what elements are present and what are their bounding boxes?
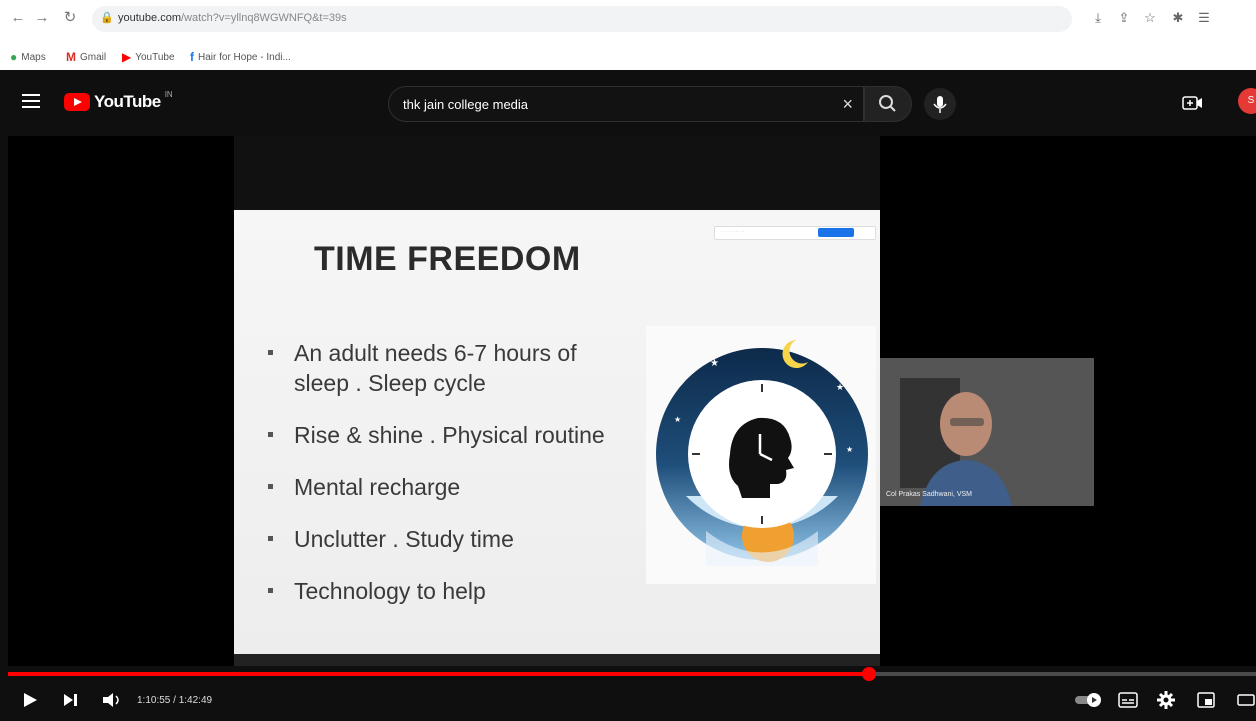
bookmark-maps[interactable]: ● Maps [10,50,46,64]
address-bar[interactable]: 🔒 youtube.com/watch?v=yllnq8WGWNFQ&t=39s [92,6,1072,32]
next-icon[interactable] [60,690,80,710]
progress-played [8,672,869,676]
bookmarks-bar: ● Maps M Gmail ▶ YouTube f Hair for Hope - I… [0,44,1256,71]
settings-gear-icon[interactable] [1156,690,1176,710]
slide-title: TIME FREEDOM [314,240,581,278]
presentation-slide: · · · · · · · · · · TIME FREEDOM An adul… [234,210,880,654]
clear-search-icon[interactable]: × [842,94,853,114]
svg-text:★: ★ [674,415,681,424]
slide-top-band [234,136,880,210]
subtitles-icon[interactable] [1118,692,1138,708]
country-code: IN [164,89,173,99]
browser-toolbar: ← → ↻ 🔒 youtube.com/watch?v=yllnq8WGWNFQ… [0,0,1256,44]
play-icon[interactable] [20,690,40,710]
bookmark-label: Maps [21,51,46,63]
extensions-puzzle-icon[interactable]: ✱ [1170,10,1186,26]
maps-pin-icon: ● [10,50,18,64]
sleep-clock-illustration: ★ ★ ★ ★ [646,326,876,584]
search-button[interactable] [864,86,912,122]
slide-bullet: Rise & shine . Physical routine [264,420,634,450]
create-video-button[interactable] [1182,94,1204,112]
youtube-icon: ▶ [122,50,132,64]
url-path: /watch?v=yllnq8WGWNFQ&t=39s [180,12,347,24]
share-bar-button [818,228,854,237]
svg-text:★: ★ [846,445,853,454]
install-app-icon[interactable]: ⤓ [1090,10,1106,26]
volume-icon[interactable] [100,690,122,710]
youtube-play-logo-icon [64,93,90,111]
lock-icon: 🔒 [100,12,114,24]
head-clock-icon: ★ ★ ★ ★ [656,340,868,566]
slide-bullet: Unclutter . Study time [264,524,634,554]
menu-icon[interactable] [22,94,40,108]
gmail-icon: M [66,50,76,64]
youtube-logo[interactable]: YouTube IN [64,89,173,112]
youtube-wordmark: YouTube [94,92,161,111]
bookmark-label: YouTube [135,51,175,63]
bookmark-hair-for-hope[interactable]: f Hair for Hope - Indi... [190,50,291,64]
search-input[interactable]: thk jain college media × [388,86,864,122]
progress-scrubber-handle[interactable] [861,667,876,681]
search-icon [879,95,896,112]
url-host: youtube.com [118,12,181,24]
account-avatar[interactable]: S [1238,88,1256,114]
share-bar-text: · · · · · · · · · · [721,229,745,234]
svg-text:★: ★ [710,358,719,369]
reading-list-icon[interactable]: ☰ [1196,10,1212,26]
embedded-share-bar: · · · · · · · · · · [714,226,876,240]
facebook-icon: f [190,50,194,64]
time-display: 1:10:55 / 1:42:49 [137,695,213,706]
microphone-icon [933,96,947,113]
miniplayer-icon[interactable] [1196,690,1216,710]
search-query-text: thk jain college media [403,97,529,112]
bookmark-label: Gmail [80,51,107,63]
share-icon[interactable]: ⇪ [1116,10,1132,26]
theater-mode-icon[interactable] [1236,690,1256,710]
bookmark-gmail[interactable]: M Gmail [66,50,106,64]
slide-bullet: Technology to help [264,576,634,606]
video-camera-plus-icon [1182,96,1202,110]
bookmark-label: Hair for Hope - Indi... [198,51,291,63]
slide-bullet: An adult needs 6-7 hours of sleep . Slee… [264,338,634,398]
speaker-name-label: Col Prakas Sadhwani, VSM [886,491,972,498]
youtube-header: YouTube IN thk jain college media × S [0,70,1256,136]
slide-bullet: Mental recharge [264,472,634,502]
autoplay-toggle-icon[interactable] [1074,692,1104,708]
reload-icon[interactable]: ↻ [60,8,80,28]
avatar-initial: S [1247,95,1255,106]
svg-text:★: ★ [836,383,844,393]
speaker-person-icon [880,358,1094,506]
bookmark-youtube[interactable]: ▶ YouTube [122,50,175,64]
speaker-webcam: Col Prakas Sadhwani, VSM [880,358,1094,506]
back-arrow-icon[interactable]: ← [8,8,28,28]
slide-bullets: An adult needs 6-7 hours of sleep . Slee… [264,338,634,628]
bookmark-star-icon[interactable]: ☆ [1142,10,1158,26]
forward-arrow-icon[interactable]: → [32,8,52,28]
slide-bottom-band [234,654,880,666]
progress-bar[interactable] [8,667,1256,681]
url-text: youtube.com/watch?v=yllnq8WGWNFQ&t=39s [118,12,347,24]
voice-search-button[interactable] [924,88,956,120]
